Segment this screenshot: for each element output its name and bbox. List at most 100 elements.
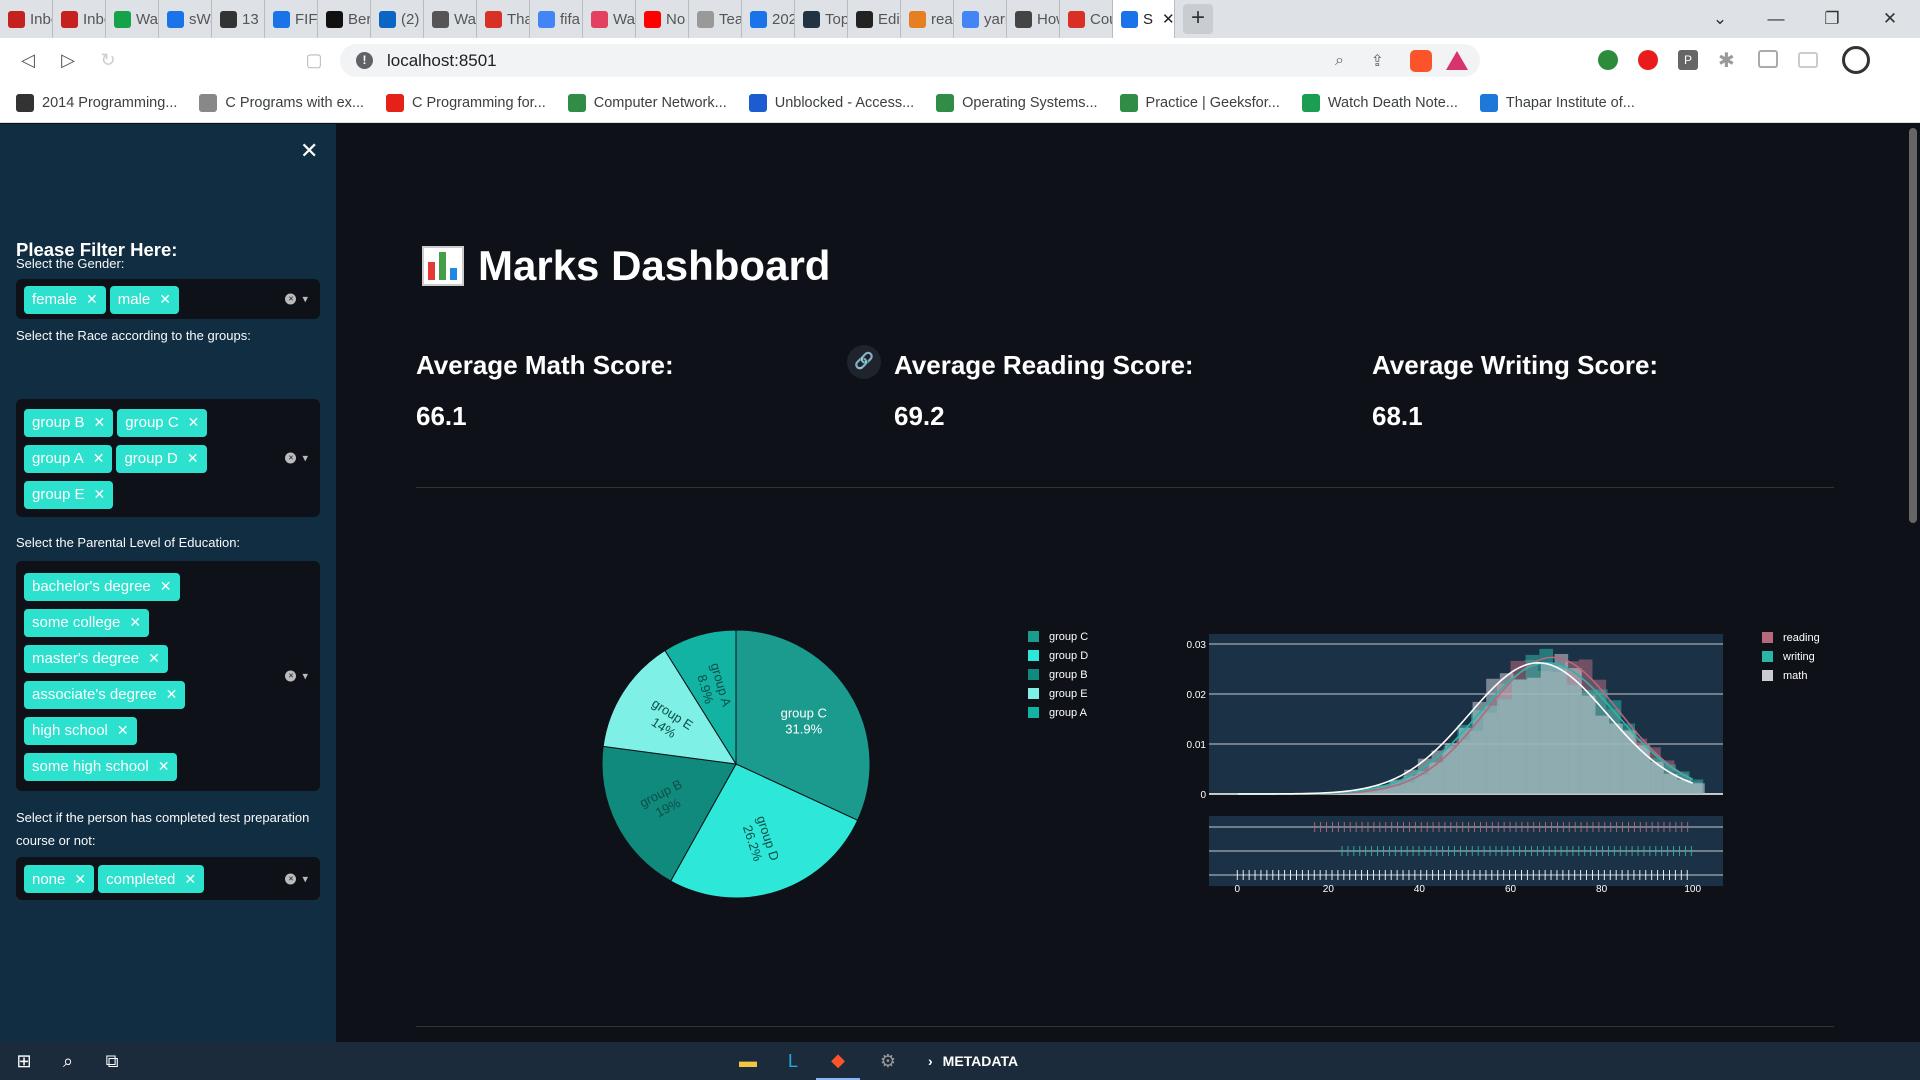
- brave-browser-icon[interactable]: ◆: [816, 1042, 860, 1080]
- filter-chip[interactable]: group E ✕: [24, 480, 114, 509]
- browser-tab[interactable]: Editi: [848, 0, 901, 38]
- remove-chip-icon[interactable]: ✕: [86, 291, 98, 308]
- extensions-puzzle-icon[interactable]: ✱: [1718, 48, 1735, 73]
- legend-item[interactable]: math: [1762, 666, 1820, 685]
- bookmark-item[interactable]: Unblocked - Access...: [748, 93, 914, 112]
- remove-chip-icon[interactable]: ✕: [117, 722, 129, 739]
- site-info-icon[interactable]: !: [356, 52, 373, 69]
- wallet-icon[interactable]: [1798, 52, 1818, 68]
- browser-tab[interactable]: reac: [901, 0, 954, 38]
- close-tab-icon[interactable]: ✕: [1162, 10, 1174, 28]
- dropdown-chevron-icon[interactable]: ▾: [302, 872, 308, 885]
- address-bar[interactable]: ! localhost:8501 ⌕ ⇪: [340, 44, 1480, 77]
- filter-chip[interactable]: male ✕: [109, 285, 180, 314]
- filter-chip[interactable]: group D ✕: [116, 444, 207, 473]
- histogram-bar[interactable]: [1513, 679, 1528, 794]
- remove-chip-icon[interactable]: ✕: [74, 871, 86, 888]
- clear-all-icon[interactable]: ×: [285, 293, 297, 305]
- legend-item[interactable]: writing: [1762, 647, 1820, 666]
- histogram-bar[interactable]: [1554, 653, 1569, 794]
- dropdown-chevron-icon[interactable]: ▾: [302, 452, 308, 465]
- profile-avatar[interactable]: [1842, 46, 1870, 74]
- tab-search-icon[interactable]: ⌄: [1692, 0, 1748, 38]
- browser-tab[interactable]: Watc: [583, 0, 636, 38]
- browser-tab[interactable]: Top: [795, 0, 848, 38]
- remove-chip-icon[interactable]: ✕: [159, 291, 171, 308]
- remove-chip-icon[interactable]: ✕: [94, 486, 106, 503]
- settings-gear-icon[interactable]: ⚙: [866, 1042, 910, 1080]
- sidebar-toggle-icon[interactable]: [1758, 50, 1778, 68]
- multiselect[interactable]: female ✕ male ✕ × ▾: [16, 279, 320, 319]
- clear-all-icon[interactable]: ×: [285, 873, 297, 884]
- bookmark-icon[interactable]: ▢: [294, 41, 334, 81]
- remove-chip-icon[interactable]: ✕: [188, 414, 200, 431]
- histogram-bar[interactable]: [1472, 701, 1487, 794]
- legend-item[interactable]: reading: [1762, 628, 1820, 647]
- bookmark-item[interactable]: Computer Network...: [567, 93, 727, 112]
- clear-all-icon[interactable]: ×: [285, 452, 297, 464]
- multiselect[interactable]: bachelor's degree ✕ some college ✕ master's …: [16, 561, 320, 791]
- extension-globe-icon[interactable]: [1598, 50, 1618, 70]
- reload-icon[interactable]: ↻: [88, 41, 128, 81]
- histogram-bar[interactable]: [1595, 715, 1610, 794]
- filter-chip[interactable]: group A ✕: [24, 444, 113, 473]
- legend-item[interactable]: group A: [1028, 703, 1088, 722]
- histogram-bar[interactable]: [1663, 773, 1678, 794]
- browser-tab[interactable]: Teac: [689, 0, 742, 38]
- browser-tab[interactable]: How: [1007, 0, 1060, 38]
- zoom-icon[interactable]: ⌕: [1335, 52, 1344, 70]
- browser-tab[interactable]: Thap: [477, 0, 530, 38]
- histogram-bar[interactable]: [1540, 662, 1555, 794]
- multiselect[interactable]: group B ✕ group C ✕ group A ✕ group D ✕ group E ✕…: [16, 399, 320, 517]
- brave-shields-icon[interactable]: [1410, 49, 1432, 72]
- score-distribution-chart[interactable]: 0 0.01 0.02 0.03 0 20 40 60 80 100: [1172, 614, 1752, 914]
- browser-tab[interactable]: yarn: [954, 0, 1007, 38]
- dropdown-chevron-icon[interactable]: ▾: [302, 293, 308, 306]
- metadata-expander[interactable]: › METADATA: [928, 1042, 1018, 1080]
- remove-chip-icon[interactable]: ✕: [160, 578, 172, 595]
- legend-item[interactable]: group C: [1028, 627, 1088, 646]
- task-view-icon[interactable]: ⧉: [90, 1042, 134, 1080]
- filter-chip[interactable]: bachelor's degree ✕: [24, 572, 180, 601]
- remove-chip-icon[interactable]: ✕: [93, 450, 105, 467]
- browser-tab[interactable]: Inbo: [53, 0, 106, 38]
- histogram-bar[interactable]: [1458, 727, 1473, 794]
- browser-tab[interactable]: S ✕: [1113, 0, 1175, 38]
- bookmark-item[interactable]: 2014 Programming...: [16, 93, 177, 112]
- remove-chip-icon[interactable]: ✕: [184, 871, 196, 888]
- minimize-button[interactable]: —: [1748, 0, 1804, 38]
- browser-tab[interactable]: Inbo: [0, 0, 53, 38]
- histogram-bar[interactable]: [1527, 677, 1541, 794]
- browser-tab[interactable]: Bers: [318, 0, 371, 38]
- file-explorer-icon[interactable]: ▬: [726, 1042, 770, 1080]
- filter-chip[interactable]: some high school ✕: [24, 752, 178, 781]
- bookmark-item[interactable]: Thapar Institute of...: [1479, 93, 1635, 112]
- histogram-bar[interactable]: [1581, 695, 1596, 794]
- legend-item[interactable]: group D: [1028, 646, 1088, 665]
- filter-chip[interactable]: high school ✕: [24, 716, 137, 745]
- bookmark-item[interactable]: C Programs with ex...: [199, 93, 364, 112]
- forward-icon[interactable]: ▷: [48, 41, 88, 81]
- histogram-bar[interactable]: [1609, 723, 1623, 794]
- browser-tab[interactable]: sWat: [159, 0, 212, 38]
- filter-chip[interactable]: some college ✕: [24, 608, 150, 637]
- filter-chip[interactable]: female ✕: [24, 285, 106, 314]
- remove-chip-icon[interactable]: ✕: [187, 450, 199, 467]
- race-pie-chart[interactable]: group C31.9%group D26.2%group B19%group …: [576, 604, 896, 924]
- back-icon[interactable]: ◁: [8, 41, 48, 81]
- bookmark-item[interactable]: Operating Systems...: [936, 93, 1098, 112]
- filter-chip[interactable]: associate's degree ✕: [24, 680, 186, 709]
- close-sidebar-icon[interactable]: ✕: [300, 138, 318, 164]
- extension-p-icon[interactable]: P: [1678, 50, 1698, 70]
- remove-chip-icon[interactable]: ✕: [148, 650, 160, 667]
- dropdown-chevron-icon[interactable]: ▾: [302, 670, 308, 683]
- brave-rewards-icon[interactable]: [1446, 51, 1468, 70]
- browser-tab[interactable]: FIFA: [265, 0, 318, 38]
- filter-chip[interactable]: none ✕: [24, 865, 95, 893]
- bookmark-item[interactable]: Watch Death Note...: [1301, 93, 1458, 112]
- histogram-bar[interactable]: [1691, 783, 1705, 794]
- bookmark-item[interactable]: Practice | Geeksfor...: [1119, 93, 1280, 112]
- new-tab-button[interactable]: +: [1183, 4, 1213, 34]
- filter-chip[interactable]: completed ✕: [98, 865, 205, 893]
- browser-tab[interactable]: Wall: [424, 0, 477, 38]
